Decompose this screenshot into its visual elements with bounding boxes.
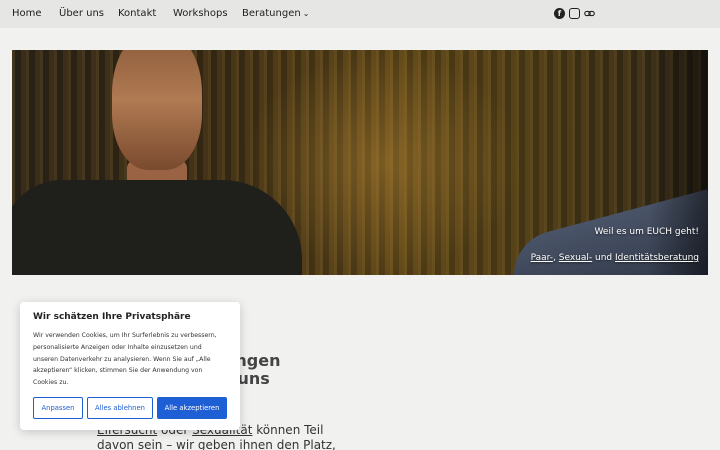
customize-button[interactable]: Anpassen — [33, 397, 83, 419]
hero-tagline: Weil es um EUCH geht! — [594, 227, 699, 237]
link-paarberatung[interactable]: Paar- — [531, 253, 553, 263]
hero-vignette — [648, 50, 708, 275]
body-text-fragment: können Teil — [252, 423, 324, 437]
nav-home[interactable]: Home — [12, 8, 42, 19]
link-icon-glyph — [584, 10, 595, 17]
social-links: f — [554, 8, 595, 19]
facebook-icon[interactable]: f — [554, 8, 565, 19]
nav-beratungen[interactable]: Beratungen ⌄ — [242, 8, 309, 19]
nav-beratungen-label: Beratungen — [242, 8, 301, 19]
link-identitaetsberatung[interactable]: Identitätsberatung — [615, 253, 699, 263]
person-shoulders — [12, 180, 302, 275]
cookie-title: Wir schätzen Ihre Privatsphäre — [33, 312, 191, 322]
main-navigation: Home Über uns Kontakt Workshops Beratung… — [0, 0, 720, 28]
person-head — [112, 50, 202, 170]
link-sexualberatung[interactable]: Sexual- — [559, 253, 592, 263]
nav-kontakt[interactable]: Kontakt — [118, 8, 156, 19]
services-separator: und — [592, 253, 615, 263]
accept-all-button[interactable]: Alle akzeptieren — [157, 397, 227, 419]
hero-services: Paar-, Sexual- und Identitätsberatung — [531, 253, 699, 263]
cookie-consent-dialog: Wir schätzen Ihre Privatsphäre Wir verwe… — [20, 302, 240, 430]
reject-all-button[interactable]: Alles ablehnen — [87, 397, 153, 419]
nav-ueber-uns[interactable]: Über uns — [59, 8, 104, 19]
body-line: davon sein – wir geben ihnen den Platz, … — [97, 438, 336, 450]
hero-image: Weil es um EUCH geht! Paar-, Sexual- und… — [12, 50, 708, 275]
chevron-down-icon: ⌄ — [302, 9, 310, 18]
nav-workshops[interactable]: Workshops — [173, 8, 228, 19]
link-icon[interactable] — [584, 8, 595, 19]
cookie-buttons: Anpassen Alles ablehnen Alle akzeptieren — [33, 397, 227, 419]
cookie-text: Wir verwenden Cookies, um Ihr Surferlebn… — [33, 332, 217, 387]
instagram-icon[interactable] — [569, 8, 580, 19]
